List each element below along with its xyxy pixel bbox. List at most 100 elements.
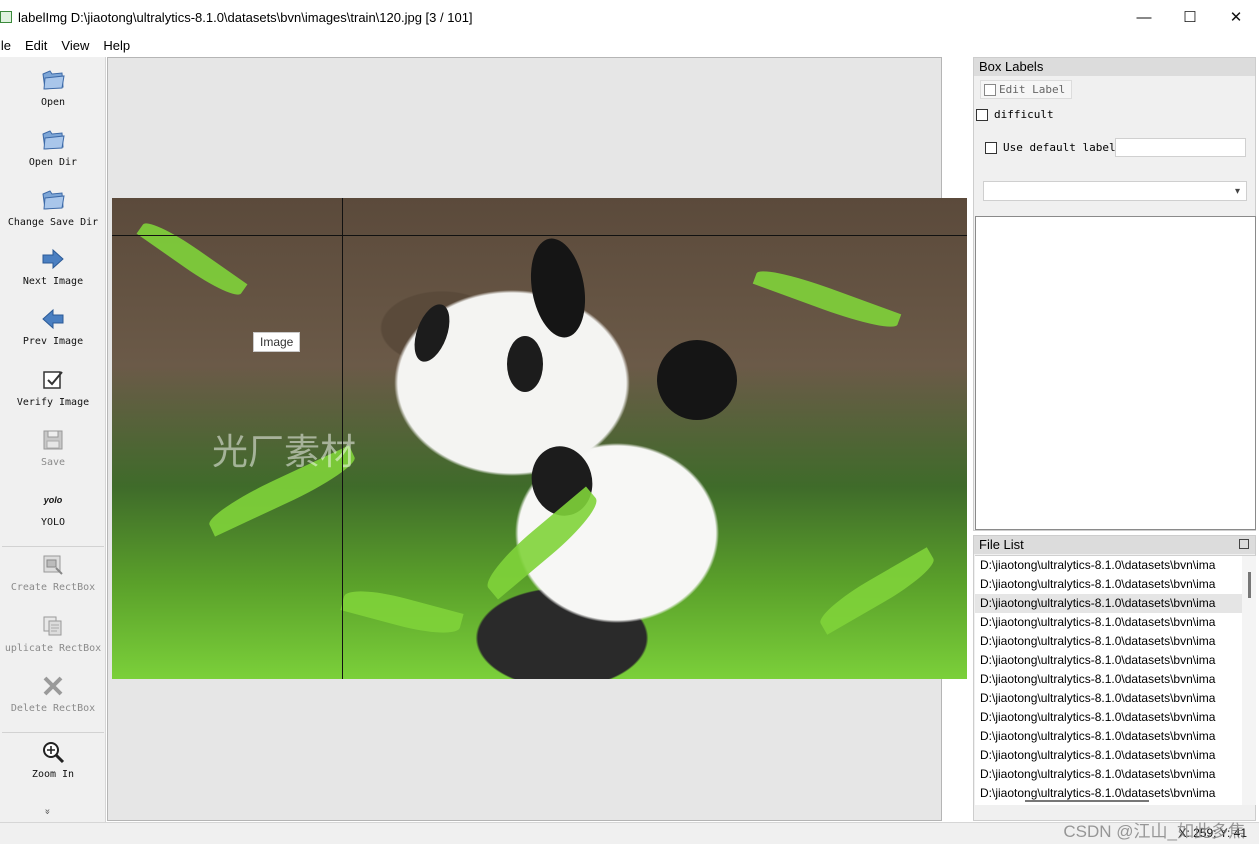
difficult-checkbox[interactable] [976, 108, 988, 121]
open-button[interactable]: Open [0, 67, 106, 108]
x-icon [40, 673, 66, 699]
file-list-item[interactable]: D:\jiaotong\ultralytics-8.1.0\datasets\b… [975, 651, 1242, 670]
magnifier-icon [40, 739, 66, 765]
vertical-scrollbar[interactable] [1242, 556, 1256, 805]
horizontal-scrollbar-thumb[interactable] [1025, 800, 1149, 802]
close-button[interactable]: ✕ [1213, 0, 1259, 34]
open-dir-button[interactable]: Open Dir [0, 127, 106, 168]
pencil-icon [984, 83, 996, 96]
undock-icon[interactable] [1239, 539, 1249, 549]
image-watermark: 光厂素材 [212, 431, 357, 472]
use-default-label-text: Use default label [1003, 141, 1116, 154]
menu-edit[interactable]: Edit [25, 38, 55, 53]
floppy-icon [40, 427, 66, 453]
use-default-label-row: Use default label [985, 141, 1116, 154]
file-list-title: File List [979, 537, 1024, 552]
open-label: Open [40, 97, 66, 108]
panda-ear [523, 234, 593, 342]
panda-eye [507, 336, 543, 392]
change-save-dir-button[interactable]: Change Save Dir [0, 187, 106, 228]
change-save-dir-label: Change Save Dir [7, 217, 99, 228]
bamboo-leaf [340, 582, 464, 642]
menu-bar: ile Edit View Help [0, 34, 1259, 56]
file-list-item[interactable]: D:\jiaotong\ultralytics-8.1.0\datasets\b… [975, 708, 1242, 727]
difficult-label: difficult [994, 108, 1054, 121]
crosshair-vertical [342, 198, 343, 679]
file-list-item[interactable]: D:\jiaotong\ultralytics-8.1.0\datasets\b… [975, 632, 1242, 651]
use-default-label-checkbox[interactable] [985, 141, 997, 154]
duplicate-icon [40, 613, 66, 639]
window-title: labelImg D:\jiaotong\ultralytics-8.1.0\d… [18, 9, 473, 25]
prev-image-button[interactable]: Prev Image [0, 306, 106, 347]
file-list-item[interactable]: D:\jiaotong\ultralytics-8.1.0\datasets\b… [975, 727, 1242, 746]
zoom-in-label: Zoom In [31, 769, 75, 780]
save-label: Save [40, 457, 66, 468]
file-list-item[interactable]: D:\jiaotong\ultralytics-8.1.0\datasets\b… [975, 594, 1242, 613]
next-image-button[interactable]: Next Image [0, 246, 106, 287]
edit-label-text: Edit Label [999, 83, 1066, 96]
file-list-item[interactable]: D:\jiaotong\ultralytics-8.1.0\datasets\b… [975, 670, 1242, 689]
file-list-item[interactable]: D:\jiaotong\ultralytics-8.1.0\datasets\b… [975, 613, 1242, 632]
default-label-input[interactable] [1115, 138, 1246, 157]
arrow-right-icon [40, 246, 66, 272]
create-rectbox-label: Create RectBox [10, 582, 96, 593]
prev-image-label: Prev Image [22, 336, 84, 347]
title-bar: labelImg D:\jiaotong\ultralytics-8.1.0\d… [0, 0, 1259, 34]
panda-image: 光厂素材 [112, 198, 967, 679]
maximize-button[interactable]: ☐ [1167, 0, 1213, 34]
save-button[interactable]: Save [0, 427, 106, 468]
file-list-item[interactable]: D:\jiaotong\ultralytics-8.1.0\datasets\b… [975, 556, 1242, 575]
duplicate-rectbox-button[interactable]: uplicate RectBox [0, 613, 106, 654]
file-list-item[interactable]: D:\jiaotong\ultralytics-8.1.0\datasets\b… [975, 765, 1242, 784]
toolbar-divider [2, 546, 104, 547]
bamboo-leaf [136, 215, 248, 303]
bamboo-leaf [814, 547, 940, 635]
delete-rectbox-label: Delete RectBox [10, 703, 96, 714]
label-list[interactable] [975, 216, 1256, 530]
file-list-item[interactable]: D:\jiaotong\ultralytics-8.1.0\datasets\b… [975, 575, 1242, 594]
minimize-button[interactable]: — [1121, 0, 1167, 34]
yolo-label: YOLO [40, 517, 66, 528]
box-labels-panel: Box Labels Edit Label difficult Use defa… [973, 57, 1256, 531]
menu-file[interactable]: ile [0, 38, 19, 53]
edit-label-button[interactable]: Edit Label [980, 80, 1072, 99]
rectbox-icon [40, 552, 66, 578]
yolo-format-button[interactable]: yolo YOLO [0, 487, 106, 528]
file-list-item[interactable]: D:\jiaotong\ultralytics-8.1.0\datasets\b… [975, 689, 1242, 708]
toolbar-divider [2, 732, 104, 733]
verify-image-label: Verify Image [16, 397, 90, 408]
panda-ear [657, 340, 737, 420]
next-image-label: Next Image [22, 276, 84, 287]
yolo-icon-text: yolo [43, 495, 63, 505]
duplicate-rectbox-label: uplicate RectBox [4, 643, 102, 654]
window-controls: — ☐ ✕ [1121, 0, 1259, 34]
crosshair-horizontal [112, 235, 967, 236]
scrollbar-thumb[interactable] [1248, 572, 1251, 598]
checkbox-icon [40, 367, 66, 393]
folder-icon [40, 187, 66, 213]
file-list-header: File List [974, 536, 1255, 554]
labelimg-app-icon [0, 11, 12, 23]
folder-icon [40, 67, 66, 93]
file-list-item[interactable]: D:\jiaotong\ultralytics-8.1.0\datasets\b… [975, 746, 1242, 765]
menu-help[interactable]: Help [103, 38, 138, 53]
csdn-watermark: CSDN @江山_如此多焦 [1063, 822, 1245, 841]
toolbar-more-button[interactable]: » [42, 806, 53, 818]
file-list-panel: File List D:\jiaotong\ultralytics-8.1.0\… [973, 535, 1256, 821]
difficult-row: difficult [976, 108, 1054, 121]
yolo-icon: yolo [40, 487, 66, 513]
file-list[interactable]: D:\jiaotong\ultralytics-8.1.0\datasets\b… [975, 555, 1256, 805]
create-rectbox-button[interactable]: Create RectBox [0, 552, 106, 593]
panda-eye [407, 299, 457, 367]
zoom-in-button[interactable]: Zoom In [0, 739, 106, 780]
image-canvas[interactable]: 光厂素材 Image [107, 57, 967, 821]
menu-view[interactable]: View [61, 38, 97, 53]
folder-icon [40, 127, 66, 153]
label-combo-box[interactable]: ▾ [983, 181, 1247, 201]
chevron-down-icon: ▾ [1234, 186, 1240, 197]
delete-rectbox-button[interactable]: Delete RectBox [0, 673, 106, 714]
verify-image-button[interactable]: Verify Image [0, 367, 106, 408]
open-dir-label: Open Dir [28, 157, 78, 168]
status-bar: X: 259; Y: 41 CSDN @江山_如此多焦 [0, 822, 1259, 844]
bamboo-leaf [752, 263, 902, 335]
